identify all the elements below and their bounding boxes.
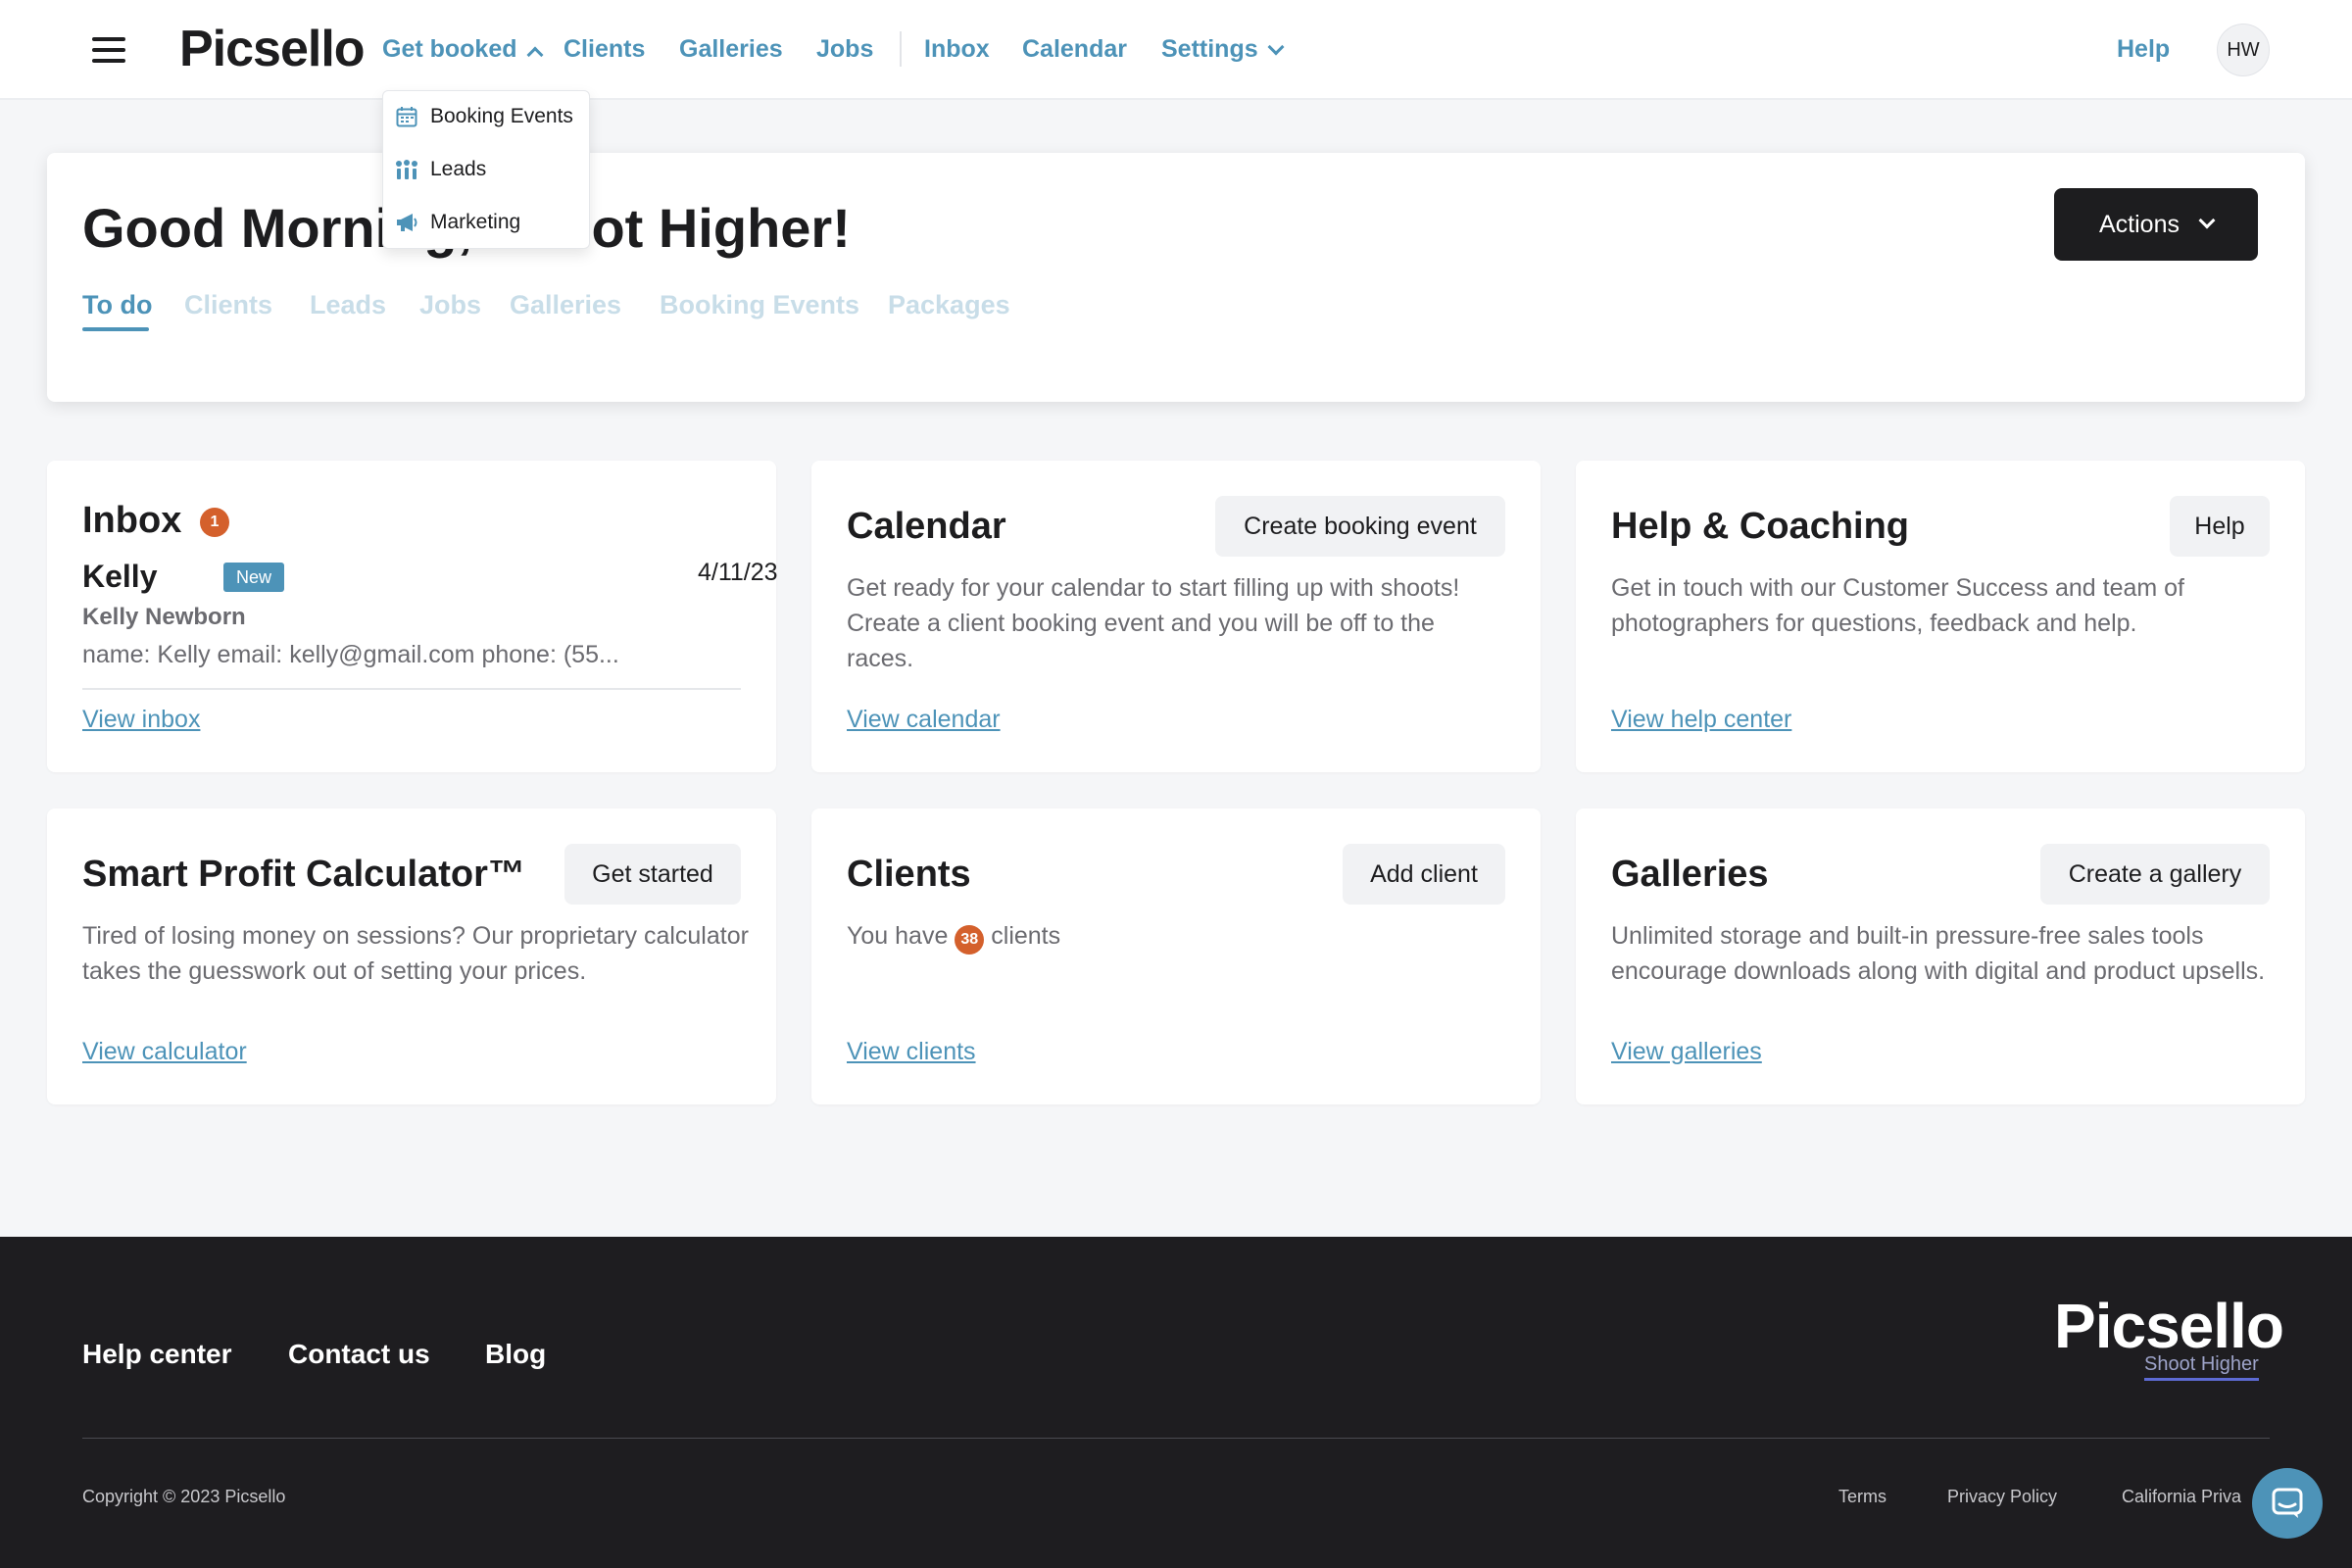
nav-settings[interactable]: Settings: [1161, 35, 1285, 64]
nav-clients[interactable]: Clients: [564, 35, 645, 64]
clients-text-after: clients: [991, 922, 1061, 950]
message-preview: name: Kelly email: kelly@gmail.com phone…: [82, 641, 619, 668]
get-started-button[interactable]: Get started: [564, 844, 741, 905]
help-button[interactable]: Help: [2170, 496, 2270, 557]
tab-leads[interactable]: Leads: [310, 290, 386, 320]
chevron-down-icon: [2198, 212, 2216, 229]
footer-link-help-center[interactable]: Help center: [82, 1339, 232, 1370]
calendar-icon: [395, 105, 418, 128]
clients-count-badge: 38: [955, 925, 985, 955]
view-inbox-link[interactable]: View inbox: [82, 706, 200, 734]
card-description: Unlimited storage and built-in pressure-…: [1611, 922, 2266, 985]
nav-help[interactable]: Help: [2117, 35, 2170, 64]
card-description: Tired of losing money on sessions? Our p…: [82, 922, 749, 985]
inbox-card: Inbox 1 Kelly New 4/11/23 Kelly Newborn …: [47, 461, 778, 772]
message-subject: Kelly Newborn: [82, 604, 246, 630]
chat-icon: [2272, 1488, 2303, 1518]
user-avatar[interactable]: HW: [2217, 24, 2270, 76]
card-description: Get in touch with our Customer Success a…: [1611, 574, 2184, 637]
dropdown-item-leads[interactable]: Leads: [395, 158, 486, 181]
top-navigation: Picsello Get booked Clients Galleries Jo…: [0, 0, 2352, 100]
message-sender: Kelly: [82, 559, 158, 594]
card-title: Inbox 1: [82, 500, 229, 543]
footer: Help center Contact us Blog Picsello Sho…: [0, 1237, 2352, 1568]
view-clients-link[interactable]: View clients: [847, 1038, 976, 1066]
nav-get-booked[interactable]: Get booked: [382, 35, 544, 64]
nav-galleries[interactable]: Galleries: [679, 35, 783, 64]
card-description: Get ready for your calendar to start fil…: [847, 574, 1460, 672]
card-title: Clients: [847, 854, 971, 895]
footer-link-terms[interactable]: Terms: [1838, 1487, 1886, 1507]
help-coaching-card: Help & Coaching Help Get in touch with o…: [1576, 461, 2305, 772]
view-help-center-link[interactable]: View help center: [1611, 706, 1791, 734]
leads-icon: [395, 158, 418, 181]
nav-calendar[interactable]: Calendar: [1022, 35, 1127, 64]
footer-divider: [82, 1438, 2270, 1439]
nav-inbox[interactable]: Inbox: [924, 35, 990, 64]
create-booking-event-button[interactable]: Create booking event: [1215, 496, 1505, 557]
dropdown-label: Booking Events: [430, 105, 573, 127]
menu-icon[interactable]: [92, 37, 125, 63]
actions-button[interactable]: Actions: [2054, 188, 2258, 261]
footer-logo[interactable]: Picsello: [2054, 1290, 2284, 1362]
get-booked-dropdown: Booking Events Leads Marketing: [382, 90, 590, 249]
new-badge: New: [223, 563, 284, 592]
profit-calculator-card: Smart Profit Calculator™ Get started Tir…: [47, 808, 776, 1104]
footer-link-contact-us[interactable]: Contact us: [288, 1339, 430, 1370]
card-title: Help & Coaching: [1611, 506, 1910, 547]
clients-card: Clients Add client You have 38 clients V…: [811, 808, 1541, 1104]
tab-jobs[interactable]: Jobs: [419, 290, 481, 320]
nav-divider: [900, 31, 902, 67]
card-title: Smart Profit Calculator™: [82, 854, 525, 895]
nav-settings-label: Settings: [1161, 35, 1258, 63]
footer-link-privacy-policy[interactable]: Privacy Policy: [1947, 1487, 2057, 1507]
dropdown-label: Leads: [430, 158, 487, 180]
app-logo[interactable]: Picsello: [179, 20, 366, 78]
clients-count-text: You have 38 clients: [847, 918, 1060, 955]
chevron-down-icon: [1267, 38, 1285, 56]
nav-jobs[interactable]: Jobs: [816, 35, 873, 64]
card-title: Galleries: [1611, 854, 1769, 895]
copyright: Copyright © 2023 Picsello: [82, 1487, 286, 1506]
nav-get-booked-label: Get booked: [382, 35, 517, 63]
footer-link-blog[interactable]: Blog: [485, 1339, 546, 1370]
inbox-title: Inbox: [82, 500, 182, 541]
active-tab-indicator: [82, 327, 149, 331]
actions-label: Actions: [2099, 210, 2180, 238]
dropdown-item-booking-events[interactable]: Booking Events: [395, 105, 573, 128]
view-calculator-link[interactable]: View calculator: [82, 1038, 247, 1066]
dropdown-label: Marketing: [430, 211, 521, 233]
megaphone-icon: [395, 211, 418, 234]
chat-button[interactable]: [2252, 1468, 2323, 1539]
message-date: 4/11/23: [698, 559, 778, 586]
footer-tagline[interactable]: Shoot Higher: [2144, 1353, 2259, 1381]
calendar-card: Calendar Create booking event Get ready …: [811, 461, 1541, 772]
view-calendar-link[interactable]: View calendar: [847, 706, 1001, 734]
unread-count-badge: 1: [199, 508, 229, 537]
tab-booking-events[interactable]: Booking Events: [660, 290, 859, 320]
add-client-button[interactable]: Add client: [1343, 844, 1505, 905]
clients-text-before: You have: [847, 922, 949, 950]
chevron-up-icon: [526, 46, 544, 64]
view-galleries-link[interactable]: View galleries: [1611, 1038, 1762, 1066]
dropdown-item-marketing[interactable]: Marketing: [395, 211, 520, 234]
galleries-card: Galleries Create a gallery Unlimited sto…: [1576, 808, 2305, 1104]
tab-clients[interactable]: Clients: [184, 290, 272, 320]
tab-to-do[interactable]: To do: [82, 290, 152, 320]
create-gallery-button[interactable]: Create a gallery: [2040, 844, 2270, 905]
card-title: Calendar: [847, 506, 1006, 547]
divider: [82, 688, 741, 690]
tab-galleries[interactable]: Galleries: [510, 290, 621, 320]
footer-link-california-privacy[interactable]: California Priva: [2122, 1487, 2241, 1507]
tab-packages[interactable]: Packages: [888, 290, 1010, 320]
